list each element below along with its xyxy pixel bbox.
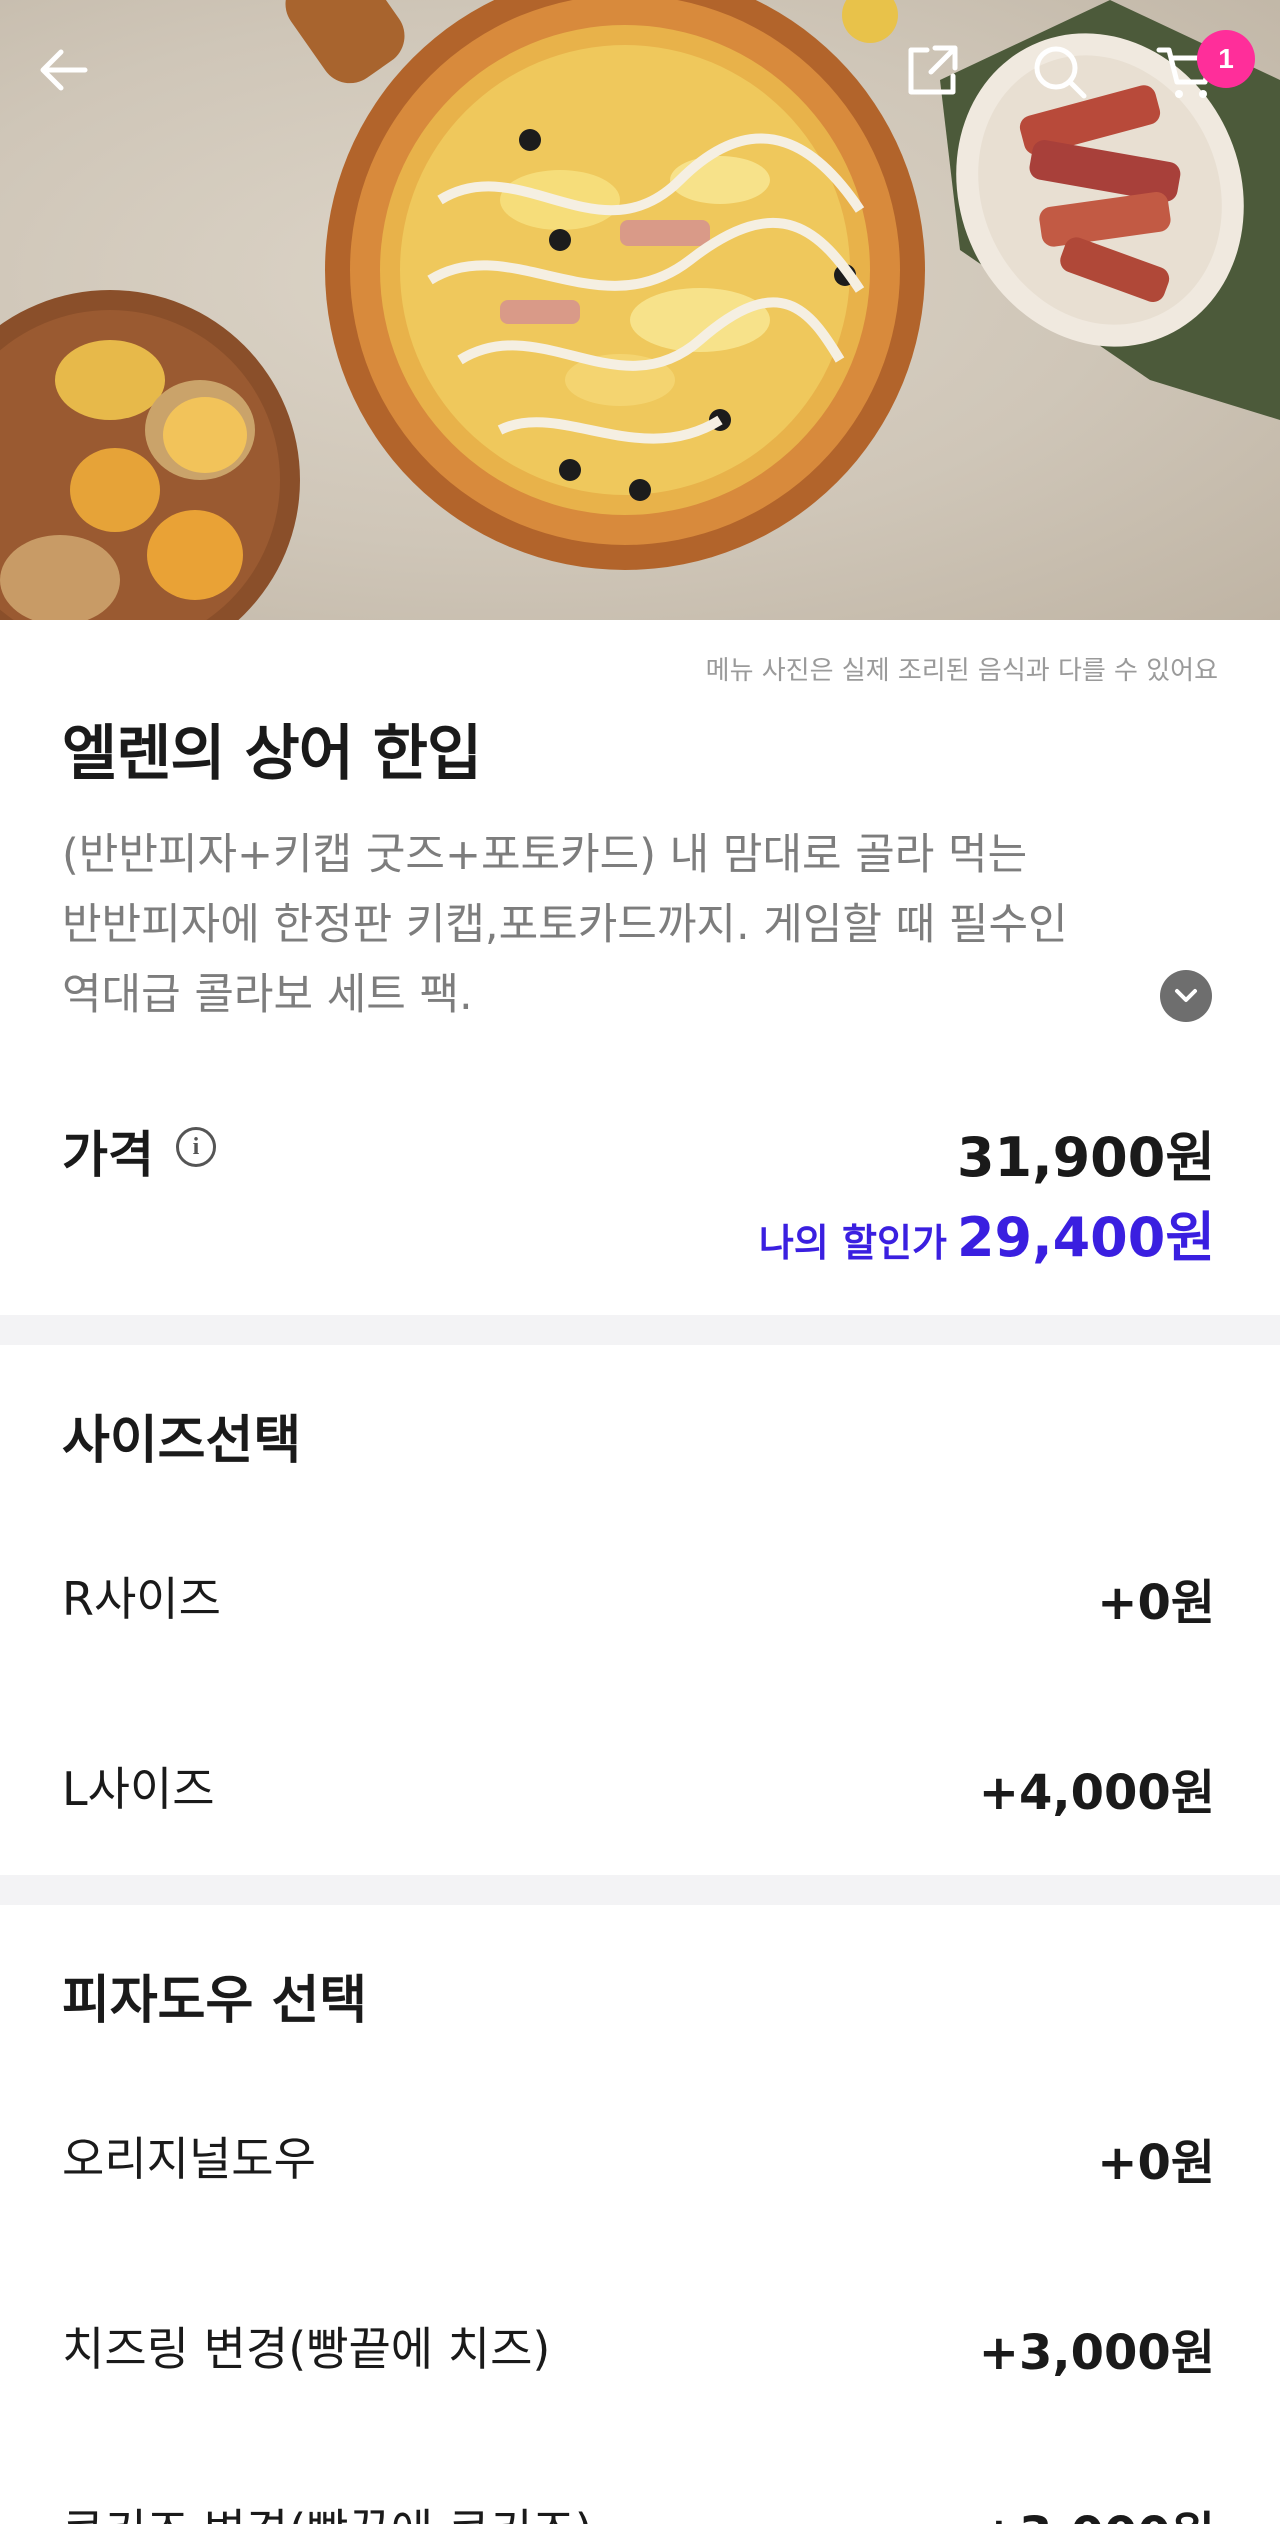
menu-description-line: 반반피자에 한정판 키캡,포토카드까지. 게임할 때 필수인	[62, 900, 1068, 950]
discount-label: 나의 할인가	[758, 1221, 947, 1265]
cart-count-badge: 1	[1197, 30, 1255, 88]
price-info-button[interactable]: i	[176, 1127, 216, 1167]
menu-hero-image: 1	[0, 0, 1280, 620]
share-icon	[908, 45, 958, 95]
option-name: 치즈링 변경(빵끝에 치즈)	[62, 2322, 551, 2376]
arrow-left-icon	[40, 49, 88, 91]
option-price: +0원	[1097, 1575, 1215, 1631]
share-button[interactable]	[905, 42, 995, 132]
size-section-title: 사이즈선택	[62, 1411, 302, 1471]
search-icon	[1034, 46, 1087, 99]
menu-description-line: (반반피자+키캡 굿즈+포토카드) 내 맘대로 골라 먹는	[62, 830, 1028, 880]
photo-disclaimer: 메뉴 사진은 실제 조리된 음식과 다를 수 있어요	[705, 656, 1218, 686]
price-label: 가격	[62, 1126, 154, 1184]
section-divider	[0, 1875, 1280, 1905]
dough-section-title: 피자도우 선택	[62, 1971, 368, 2031]
search-button[interactable]	[1030, 42, 1120, 132]
discount-value: 29,400원	[956, 1206, 1215, 1269]
option-name: 쿠키즈 변경(빵끝에 쿠키즈)	[62, 2495, 593, 2524]
option-price: +0원	[1097, 2135, 1215, 2191]
option-name: L사이즈	[62, 1762, 215, 1816]
chevron-down-icon	[1175, 989, 1197, 1002]
option-price: +3,000원	[978, 2325, 1215, 2381]
info-icon: i	[192, 1133, 200, 1160]
back-button[interactable]	[35, 42, 125, 132]
option-name: R사이즈	[62, 1572, 221, 1626]
menu-description: (반반피자+키캡 굿즈+포토카드) 내 맘대로 골라 먹는 반반피자에 한정판 …	[62, 820, 1152, 1030]
expand-description-button[interactable]	[1160, 970, 1212, 1022]
option-price: +3,000원	[979, 2495, 1215, 2524]
menu-title: 엘렌의 상어 한입	[62, 719, 482, 789]
section-divider	[0, 1315, 1280, 1345]
option-price: +4,000원	[978, 1765, 1215, 1821]
price-value: 31,900원	[956, 1126, 1215, 1189]
menu-description-line: 역대급 콜라보 세트 팩.	[62, 970, 473, 1020]
option-name: 오리지널도우	[62, 2132, 316, 2186]
discount-price: 나의 할인가 29,400원	[759, 1193, 1215, 1272]
